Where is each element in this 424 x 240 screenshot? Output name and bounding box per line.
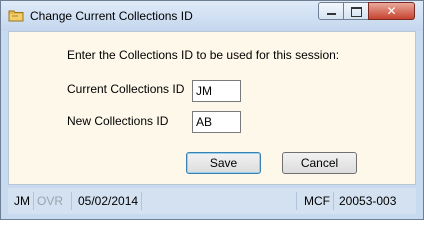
status-mcf: MCF [304,194,330,208]
new-collections-id-input[interactable]: AB [192,111,241,133]
title-bar[interactable]: Change Current Collections ID ✕ [1,1,423,31]
status-ovr: OVR [37,194,64,208]
cancel-button[interactable]: Cancel [282,152,357,174]
window-title: Change Current Collections ID [30,9,193,23]
status-separator [296,192,297,210]
new-collections-id-label: New Collections ID [67,114,169,128]
status-separator [333,192,334,210]
dialog-body: Enter the Collections ID to be used for … [8,31,416,185]
current-collections-id-label: Current Collections ID [67,82,185,96]
status-code: 20053-003 [339,194,397,208]
close-icon: ✕ [386,4,397,18]
maximize-icon [351,7,362,17]
minimize-button[interactable] [318,2,344,20]
status-bar: JM OVR 05/02/2014 MCF 20053-003 [8,188,416,214]
folder-icon [8,10,24,22]
close-button[interactable]: ✕ [368,2,415,20]
dialog-window: Change Current Collections ID ✕ Enter th… [0,0,424,220]
save-button[interactable]: Save [186,152,261,174]
status-separator [71,192,72,210]
current-collections-id-field[interactable]: JM [192,80,241,102]
minimize-icon [327,13,336,15]
maximize-button[interactable] [343,2,369,20]
status-separator [141,192,142,210]
status-separator [33,192,34,210]
status-date: 05/02/2014 [78,194,139,208]
prompt-text: Enter the Collections ID to be used for … [67,48,340,62]
status-user: JM [14,194,30,208]
